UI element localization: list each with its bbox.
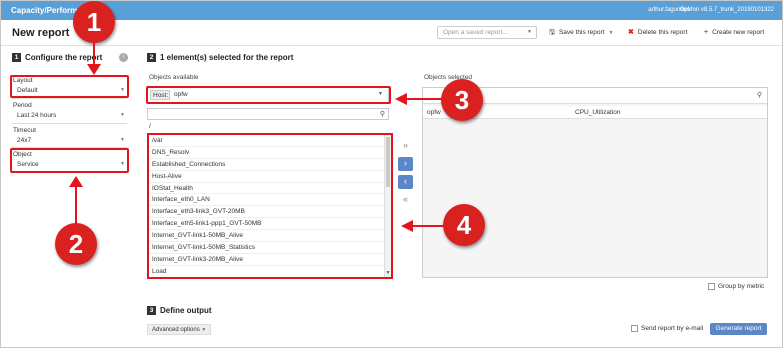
scroll-down-icon[interactable]: ▼ — [385, 270, 391, 276]
chevron-down-icon: ▼ — [120, 161, 125, 167]
advanced-options-label: Advanced options — [152, 327, 200, 333]
arrow-down-icon — [87, 64, 101, 75]
timecut-value: 24x7 — [17, 137, 32, 144]
app-version: OpMon v8.5.7_trunk_20190101322 — [679, 7, 774, 13]
step-number: 2 — [147, 53, 156, 63]
host-highlight — [146, 86, 391, 104]
object-label: Object — [13, 151, 32, 158]
chevron-down-icon: ▼ — [120, 87, 125, 93]
output-section-heading: 3 Define output — [147, 306, 212, 316]
chevron-down-icon: ▼ — [120, 137, 125, 143]
callout-4: 4 — [443, 204, 485, 246]
step-number: 1 — [12, 53, 21, 63]
list-item[interactable]: Host-Alive — [149, 171, 391, 183]
layout-select[interactable]: Default ▼ — [17, 87, 125, 96]
generate-report-button[interactable]: Generate report — [710, 323, 767, 335]
add-selected-button[interactable]: › — [398, 157, 413, 171]
list-item[interactable]: Internet_GVT-link3-20MB_Alive — [149, 254, 391, 266]
callout-arrow-4 — [412, 225, 445, 227]
list-item[interactable]: DNS_Resolv — [149, 147, 391, 159]
remove-all-button[interactable]: « — [398, 193, 413, 207]
email-label: Send report by e-mail — [641, 325, 704, 332]
delete-icon: ✖ — [628, 29, 634, 36]
step-number: 3 — [147, 306, 156, 316]
remove-selected-button[interactable]: ‹ — [398, 175, 413, 189]
report-page: Capacity/Performance arthur.fagundes OpM… — [0, 0, 783, 348]
search-icon: ⚲ — [756, 92, 762, 99]
layout-value: Default — [17, 87, 38, 94]
list-item[interactable]: Interface_eth0_LAN — [149, 194, 391, 207]
list-item[interactable]: Load — [149, 266, 391, 277]
selection-section-title: 1 element(s) selected for the report — [160, 53, 294, 62]
delete-report-label: Delete this report — [637, 29, 688, 36]
search-icon: ⚲ — [379, 111, 385, 118]
output-section-title: Define output — [160, 306, 212, 315]
callout-1: 1 — [73, 1, 115, 43]
root-path[interactable]: / — [149, 123, 151, 130]
chevron-down-icon: ▼ — [201, 327, 207, 333]
list-item[interactable]: /var — [149, 135, 391, 147]
list-item[interactable]: Interface_eth5-link1-ppp1_GVT-50MB — [149, 218, 391, 231]
group-by-metric-checkbox[interactable] — [708, 283, 715, 290]
callout-3: 3 — [441, 79, 483, 121]
callout-arrow-2 — [75, 186, 77, 224]
callout-arrow-3 — [406, 98, 443, 100]
toolbar-divider — [1, 45, 782, 46]
object-value: Service — [17, 161, 39, 168]
list-scrollbar[interactable]: ▼ — [384, 135, 391, 277]
available-search-input[interactable]: ⚲ — [147, 108, 389, 120]
add-all-button[interactable]: » — [398, 139, 413, 153]
create-report-button[interactable]: + Create new report — [704, 29, 764, 36]
page-title: New report — [12, 27, 70, 39]
callout-2: 2 — [55, 223, 97, 265]
list-item[interactable]: Internet_GVT-link1-50MB_Alive — [149, 230, 391, 243]
period-value: Last 24 hours — [17, 112, 57, 119]
chevron-down-icon: ▼ — [527, 29, 532, 35]
configure-section-heading: 1 Configure the report — [12, 53, 103, 63]
period-select[interactable]: Last 24 hours ▼ — [17, 112, 125, 121]
list-item[interactable]: Internet_GVT-link1-50MB_Statistics — [149, 242, 391, 254]
create-report-label: Create new report — [712, 29, 765, 36]
divider — [12, 123, 127, 124]
chevron-down-icon: ▼ — [608, 29, 614, 36]
period-label: Period — [13, 102, 32, 109]
plus-icon: + — [704, 29, 709, 36]
list-item[interactable]: Interface_eth3-link3_GVT-20MB — [149, 206, 391, 219]
saved-report-select[interactable]: Open a saved report... ▼ — [437, 26, 537, 39]
list-item[interactable]: IOStat_Health — [149, 183, 391, 195]
scrollbar-thumb[interactable] — [386, 137, 390, 187]
delete-report-button[interactable]: ✖ Delete this report — [628, 29, 687, 36]
configure-section-title: Configure the report — [25, 53, 103, 62]
save-icon: 🖫 — [549, 29, 555, 36]
save-report-button[interactable]: 🖫 Save this report ▼ — [549, 29, 613, 36]
selected-service: CPU_Utilization — [575, 109, 621, 116]
save-report-label: Save this report — [558, 29, 605, 36]
chevron-down-icon: ▼ — [120, 112, 125, 118]
service-list[interactable]: /var DNS_Resolv Established_Connections … — [147, 133, 393, 279]
selected-host: opfw — [427, 109, 441, 116]
object-select[interactable]: Service ▼ — [17, 161, 125, 170]
collapse-icon[interactable]: ‹ — [119, 53, 128, 62]
list-item[interactable]: Established_Connections — [149, 159, 391, 171]
objects-available-label: Objects available — [149, 74, 199, 81]
advanced-options-button[interactable]: Advanced options ▼ — [147, 324, 212, 335]
timecut-select[interactable]: 24x7 ▼ — [17, 137, 125, 146]
group-by-metric-label: Group by metric — [718, 283, 765, 290]
saved-report-placeholder: Open a saved report... — [443, 29, 508, 36]
divider — [12, 98, 127, 99]
layout-label: Layout — [13, 77, 33, 84]
timecut-label: Timecut — [13, 127, 36, 134]
app-top-bar: Capacity/Performance arthur.fagundes OpM… — [1, 1, 782, 20]
email-checkbox[interactable] — [631, 325, 638, 332]
selection-section-heading: 2 1 element(s) selected for the report — [147, 53, 294, 63]
